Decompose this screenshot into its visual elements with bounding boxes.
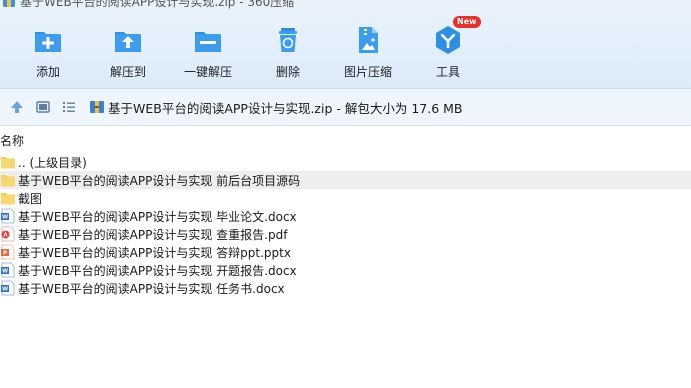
word-doc-icon: W [1, 208, 15, 224]
add-label: 添加 [35, 65, 60, 79]
recycle-bin-icon [279, 28, 297, 52]
add-button[interactable]: 添加 [12, 20, 84, 82]
list-item-plagiarism-report-pdf[interactable]: 基于WEB平台的阅读APP设计与实现 查重报告.pdf [0, 225, 691, 243]
image-compress-label: 图片压缩 [343, 65, 392, 79]
folder-icon [1, 175, 15, 187]
word-doc-icon: W [1, 262, 15, 278]
column-header-name[interactable]: 名称 [0, 132, 24, 149]
powerpoint-file-icon: P [1, 244, 15, 260]
image-compress-button[interactable]: 图片压缩 [332, 20, 404, 82]
extract-to-button[interactable]: 解压到 [92, 20, 164, 82]
top-area: 基于WEB平台的阅读APP设计与实现.zip - 360压缩 添加 解压到 一键… [0, 0, 691, 88]
file-name: .. (上级目录) [18, 155, 87, 170]
archive-path-text: 基于WEB平台的阅读APP设计与实现.zip - 解包大小为 17.6 MB [108, 100, 463, 116]
file-name: 基于WEB平台的阅读APP设计与实现 前后台项目源码 [18, 173, 301, 188]
svg-text:W: W [2, 287, 8, 293]
svg-text:W: W [2, 269, 8, 275]
file-list: .. (上级目录) 基于WEB平台的阅读APP设计与实现 前后台项目源码 截图 … [0, 153, 691, 297]
path-field[interactable]: 基于WEB平台的阅读APP设计与实现.zip - 解包大小为 17.6 MB [86, 96, 691, 118]
new-badge: New [453, 16, 481, 28]
list-item-source-folder[interactable]: 基于WEB平台的阅读APP设计与实现 前后台项目源码 [0, 171, 691, 189]
extract-to-label: 解压到 [109, 65, 146, 79]
image-compress-icon [359, 27, 378, 53]
tools-button[interactable]: New 工具 [412, 16, 484, 82]
pdf-file-icon [1, 226, 15, 242]
zip-archive-icon [90, 101, 104, 113]
archive-app-icon [3, 0, 15, 7]
one-click-extract-icon [195, 32, 221, 52]
file-name: 基于WEB平台的阅读APP设计与实现 开题报告.docx [18, 263, 297, 278]
one-click-extract-button[interactable]: 一键解压 [172, 20, 244, 82]
folder-icon [1, 193, 15, 205]
list-item-screenshots-folder[interactable]: 截图 [0, 189, 691, 207]
tools-label: 工具 [435, 65, 460, 79]
list-item-task-book-docx[interactable]: W 基于WEB平台的阅读APP设计与实现 任务书.docx [0, 279, 691, 297]
file-name: 截图 [18, 191, 43, 206]
thumbnail-view-icon[interactable] [35, 99, 51, 115]
file-name: 基于WEB平台的阅读APP设计与实现 答辩ppt.pptx [18, 245, 291, 260]
list-view-icon[interactable] [61, 99, 77, 115]
title-bar: 基于WEB平台的阅读APP设计与实现.zip - 360压缩 [0, 0, 294, 9]
file-name: 基于WEB平台的阅读APP设计与实现 毕业论文.docx [18, 209, 297, 224]
window-title: 基于WEB平台的阅读APP设计与实现.zip - 360压缩 [20, 0, 295, 9]
extract-to-icon [115, 32, 141, 52]
svg-text:W: W [2, 215, 8, 221]
list-item-defense-pptx[interactable]: P 基于WEB平台的阅读APP设计与实现 答辩ppt.pptx [0, 243, 691, 261]
address-bar: 基于WEB平台的阅读APP设计与实现.zip - 解包大小为 17.6 MB [0, 88, 691, 126]
add-icon [35, 32, 61, 52]
delete-label: 删除 [275, 65, 300, 79]
file-name: 基于WEB平台的阅读APP设计与实现 查重报告.pdf [18, 227, 288, 242]
folder-icon [1, 157, 15, 169]
one-click-extract-label: 一键解压 [183, 65, 232, 79]
file-name: 基于WEB平台的阅读APP设计与实现 任务书.docx [18, 281, 285, 296]
list-item-parent-directory[interactable]: .. (上级目录) [0, 153, 691, 171]
toolbar: 添加 解压到 一键解压 删除 图片压缩 New 工具 [0, 16, 691, 84]
svg-text:P: P [3, 251, 7, 257]
tools-icon [436, 26, 460, 54]
list-item-thesis-docx[interactable]: W 基于WEB平台的阅读APP设计与实现 毕业论文.docx [0, 207, 691, 225]
word-doc-icon: W [1, 280, 15, 296]
up-arrow-icon[interactable] [9, 99, 25, 115]
list-item-proposal-docx[interactable]: W 基于WEB平台的阅读APP设计与实现 开题报告.docx [0, 261, 691, 279]
delete-button[interactable]: 删除 [252, 20, 324, 82]
